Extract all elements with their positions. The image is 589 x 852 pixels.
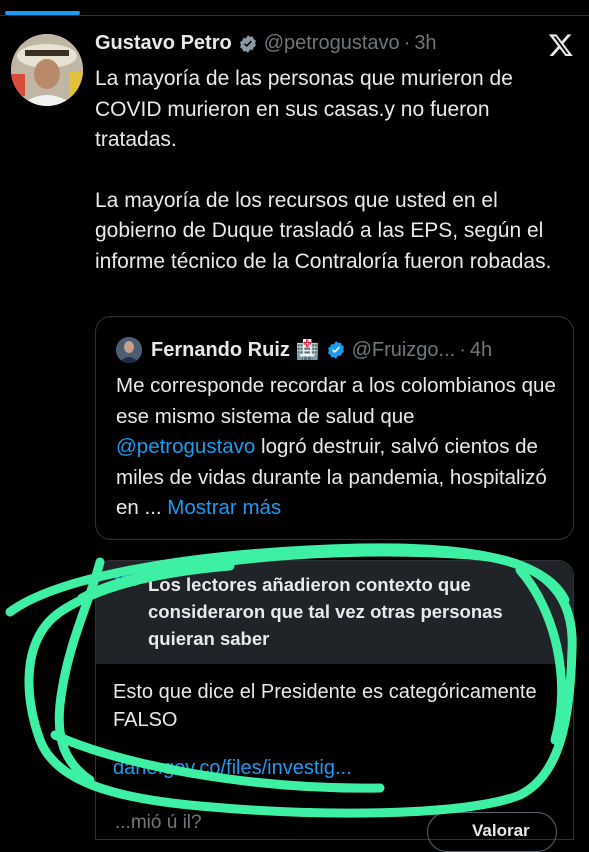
note-rating-prompt: ...mió ú il? — [115, 812, 202, 833]
community-note-title: Los lectores añadieron contexto que cons… — [148, 574, 503, 649]
rate-note-button[interactable]: Valorar — [427, 812, 557, 852]
tweet-time[interactable]: 3h — [414, 32, 436, 55]
show-more-link[interactable]: Mostrar más — [167, 496, 281, 519]
author-handle[interactable]: @petrogustavo — [264, 32, 400, 55]
quoted-tweet-text: Me corresponde recordar a los colombiano… — [116, 371, 556, 524]
verified-badge-icon — [239, 34, 256, 53]
tweet-paragraph-1: La mayoría de las personas que murieron … — [95, 67, 513, 151]
quoted-author-name[interactable]: Fernando Ruiz — [151, 339, 290, 362]
divider — [0, 15, 589, 16]
tweet-paragraph-2: La mayoría de los recursos que usted en … — [95, 188, 552, 273]
community-note: Los lectores añadieron contexto que cons… — [95, 560, 574, 840]
community-note-source-link[interactable]: dane.gov.co/files/investig... — [113, 757, 352, 780]
quoted-author-avatar[interactable] — [116, 337, 142, 363]
quoted-tweet-time[interactable]: 4h — [470, 339, 492, 362]
community-note-header: Los lectores añadieron contexto que cons… — [96, 561, 573, 664]
x-logo-icon[interactable] — [548, 32, 574, 58]
verified-badge-icon — [327, 341, 344, 359]
quoted-tweet[interactable]: Fernando Ruiz 🏥 @Fruizgo... · 4h Me corr… — [95, 316, 574, 540]
community-note-body: Esto que dice el Presidente es categóric… — [113, 681, 537, 731]
people-icon — [113, 572, 137, 587]
separator: · — [459, 338, 466, 361]
tweet-text: La mayoría de las personas que murieron … — [95, 64, 575, 277]
hospital-emoji: 🏥 — [295, 340, 320, 361]
mention-link[interactable]: @petrogustavo — [116, 435, 255, 458]
author-row: Gustavo Petro @petrogustavo · 3h — [95, 32, 437, 55]
quoted-author-handle[interactable]: @Fruizgo... — [352, 339, 456, 362]
rate-note-button-label: Valorar — [472, 821, 530, 840]
author-name[interactable]: Gustavo Petro — [95, 32, 232, 55]
author-avatar[interactable] — [11, 34, 83, 106]
quoted-author-row: Fernando Ruiz 🏥 @Fruizgo... · 4h — [151, 338, 492, 362]
separator: · — [403, 32, 411, 54]
quoted-text-before: Me corresponde recordar a los colombiano… — [116, 374, 556, 428]
